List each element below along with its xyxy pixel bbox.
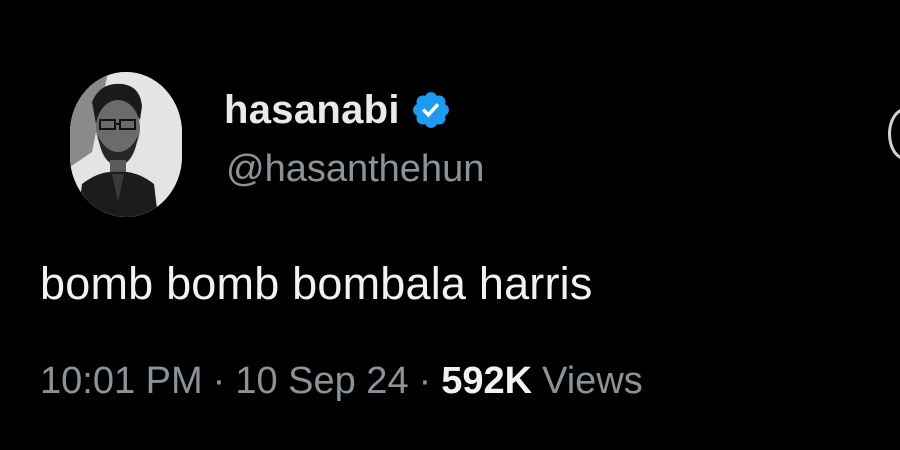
avatar-photo-icon — [70, 72, 182, 217]
tweet-text: bomb bomb bombala harris — [40, 258, 593, 309]
tweet-time[interactable]: 10:01 PM — [40, 360, 203, 403]
verified-badge-icon — [412, 92, 449, 128]
display-name[interactable]: hasanabi — [224, 88, 400, 133]
views-count[interactable]: 592K — [441, 360, 532, 403]
tweet-card: hasanabi @hasanthehun bomb bomb bombala … — [0, 0, 900, 450]
more-options-icon[interactable] — [888, 108, 900, 160]
meta-separator: · — [212, 360, 226, 402]
avatar[interactable] — [70, 72, 182, 217]
author-name-row: hasanabi — [224, 84, 452, 136]
tweet-meta: 10:01 PM · 10 Sep 24 · 592K Views — [40, 360, 643, 403]
meta-separator: · — [418, 360, 432, 402]
author-handle[interactable]: @hasanthehun — [226, 148, 484, 191]
tweet-date[interactable]: 10 Sep 24 — [235, 360, 408, 403]
views-label[interactable]: Views — [542, 360, 643, 403]
